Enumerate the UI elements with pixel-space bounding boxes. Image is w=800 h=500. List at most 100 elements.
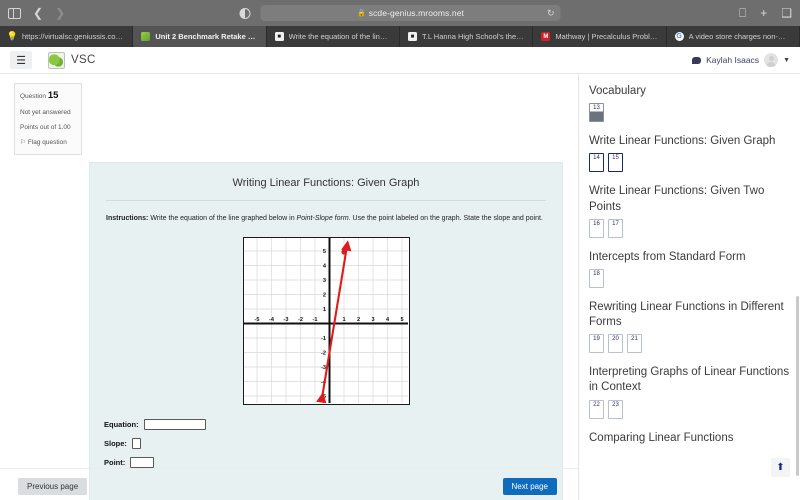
question-box-row: 13 — [589, 103, 790, 123]
question-status: Not yet answered — [20, 109, 71, 117]
svg-text:3: 3 — [371, 317, 374, 323]
question-box-18[interactable]: 18 — [589, 268, 604, 288]
avatar[interactable] — [764, 53, 779, 67]
point-label: Point: — [104, 457, 126, 467]
new-tab-icon[interactable]: + — [760, 7, 767, 19]
tab-overview-icon[interactable]: ❑ — [781, 7, 792, 19]
question-box-row: 22 23 — [589, 399, 790, 419]
svg-text:5: 5 — [322, 249, 325, 255]
question-title: Writing Linear Functions: Given Graph — [232, 177, 420, 189]
chevron-down-icon[interactable]: ▼ — [783, 57, 790, 64]
question-box-row: 18 — [589, 268, 790, 288]
question-box-19[interactable]: 19 — [589, 334, 604, 354]
browser-tab-3[interactable]: ■ Write the equation of the line gr... — [266, 26, 400, 47]
svg-text:1: 1 — [322, 307, 325, 313]
document-icon: ■ — [407, 32, 417, 41]
question-info-panel: Question 15 Not yet answered Points out … — [14, 83, 82, 155]
brand[interactable]: VSC — [48, 51, 96, 69]
browser-tab-4[interactable]: ■ T.L Hanna High School's theatr... — [399, 26, 534, 47]
address-text: scde-genius.mrooms.net — [368, 8, 464, 18]
svg-text:2: 2 — [356, 317, 359, 323]
nav-group-title: Comparing Linear Functions — [589, 431, 734, 444]
flag-question-button[interactable]: ⚐ Flag question — [20, 138, 76, 148]
brand-name: VSC — [71, 54, 96, 66]
tab-strip: 💡 https://virtualsc.geniussis.com/... Un… — [0, 26, 800, 47]
question-box-21[interactable]: 21 — [627, 334, 642, 354]
chat-bubble-icon[interactable] — [692, 56, 702, 64]
question-box-row: 16 17 — [589, 218, 790, 238]
tab-title: https://virtualsc.geniussis.com/... — [22, 32, 125, 41]
reload-icon[interactable]: ↻ — [547, 8, 555, 19]
equation-input[interactable] — [143, 418, 206, 430]
previous-page-button[interactable]: Previous page — [18, 478, 88, 495]
user-menu[interactable]: Kaylah Isaacs ▼ — [692, 53, 790, 67]
scroll-to-top-button[interactable]: ⬆ — [771, 458, 790, 477]
arrow-up-icon: ⬆ — [776, 462, 785, 473]
question-instructions: Instructions: Write the equation of the … — [90, 201, 562, 225]
instructions-part2: . Use the point labeled on the graph. St… — [348, 215, 543, 222]
instructions-emphasis: Point-Slope form — [296, 215, 349, 222]
question-word: Question — [20, 93, 47, 100]
nav-group-vocabulary: Vocabulary 13 — [589, 84, 790, 123]
question-box-row: 14 15 — [589, 153, 790, 173]
svg-text:3: 3 — [322, 278, 325, 284]
question-box-17[interactable]: 17 — [608, 218, 623, 238]
google-icon: G — [674, 32, 684, 41]
slope-field-row: Slope: — [104, 437, 562, 449]
nav-group-interpreting-graphs: Interpreting Graphs of Linear Functions … — [589, 365, 790, 419]
question-box-14[interactable]: 14 — [589, 153, 604, 173]
browser-tab-2[interactable]: Unit 2 Benchmark Retake (page... — [133, 26, 267, 47]
svg-text:2: 2 — [322, 292, 325, 298]
flag-question-label: Flag question — [27, 138, 67, 146]
nav-group-title: Intercepts from Standard Form — [589, 250, 746, 263]
mathway-icon: M — [541, 32, 551, 41]
browser-tab-1[interactable]: 💡 https://virtualsc.geniussis.com/... — [0, 26, 134, 47]
nav-group-title: Interpreting Graphs of Linear Functions … — [589, 366, 790, 394]
browser-tab-6[interactable]: G A video store charges non-me... — [666, 26, 800, 47]
question-box-16[interactable]: 16 — [589, 218, 604, 238]
document-icon: ■ — [274, 32, 284, 41]
nav-group-comparing-linear-functions: Comparing Linear Functions — [589, 431, 790, 446]
svg-text:-1: -1 — [312, 317, 317, 323]
tab-title: A video store charges non-me... — [688, 32, 791, 41]
forward-arrow-icon[interactable]: ❯ — [55, 7, 65, 19]
question-box-22[interactable]: 22 — [589, 399, 604, 419]
point-input[interactable] — [130, 456, 155, 468]
svg-text:-2: -2 — [298, 317, 303, 323]
svg-text:-3: -3 — [321, 365, 326, 371]
question-number: 15 — [47, 90, 59, 101]
slope-label: Slope: — [104, 438, 127, 448]
reader-view-icon[interactable] — [239, 7, 251, 19]
svg-text:-1: -1 — [321, 336, 326, 342]
next-page-button[interactable]: Next page — [502, 478, 557, 495]
question-box-row: 19 20 21 — [589, 334, 790, 354]
nav-group-title: Write Linear Functions: Given Graph — [589, 135, 776, 148]
sidebar-scrollbar[interactable] — [796, 296, 799, 476]
tab-title: Unit 2 Benchmark Retake (page... — [155, 32, 257, 41]
question-box-13[interactable]: 13 — [589, 103, 604, 123]
page-content: ☰ VSC Kaylah Isaacs ▼ Question 15 Not ye… — [0, 47, 800, 500]
quiz-main-column: Question 15 Not yet answered Points out … — [0, 74, 578, 500]
graph-svg: -5 -4 -3 -2 -1 1 2 3 4 5 5 4 3 2 1 -1 -2… — [243, 237, 408, 404]
coordinate-graph: -5 -4 -3 -2 -1 1 2 3 4 5 5 4 3 2 1 -1 -2… — [242, 236, 410, 405]
svg-text:5: 5 — [400, 317, 403, 323]
tab-title: T.L Hanna High School's theatr... — [421, 32, 525, 41]
question-box-23[interactable]: 23 — [608, 399, 623, 419]
question-box-20[interactable]: 20 — [608, 334, 623, 354]
back-arrow-icon[interactable]: ❮ — [33, 7, 43, 19]
nav-group-title: Write Linear Functions: Given Two Points — [589, 185, 765, 213]
question-box-15[interactable]: 15 — [608, 153, 623, 173]
browser-tab-5[interactable]: M Mathway | Precalculus Problem... — [533, 26, 667, 47]
svg-text:1: 1 — [342, 317, 345, 323]
slope-input[interactable] — [131, 437, 141, 449]
sidebar-toggle-icon[interactable] — [8, 7, 21, 19]
question-card: Writing Linear Functions: Given Graph In… — [89, 162, 563, 500]
tab-title: Mathway | Precalculus Problem... — [555, 32, 658, 41]
hamburger-menu-icon[interactable]: ☰ — [10, 51, 32, 69]
nav-group-title: Rewriting Linear Functions in Different … — [589, 300, 784, 329]
browser-toolbar: ❮ ❯ 🔒 scde-genius.mrooms.net ↻ ⎕ + ❑ — [0, 0, 800, 26]
answer-fields: Equation: Slope: Point: — [90, 405, 562, 468]
share-icon[interactable]: ⎕ — [739, 7, 746, 19]
address-bar[interactable]: 🔒 scde-genius.mrooms.net ↻ — [260, 5, 561, 21]
vsc-logo-icon — [48, 51, 65, 69]
